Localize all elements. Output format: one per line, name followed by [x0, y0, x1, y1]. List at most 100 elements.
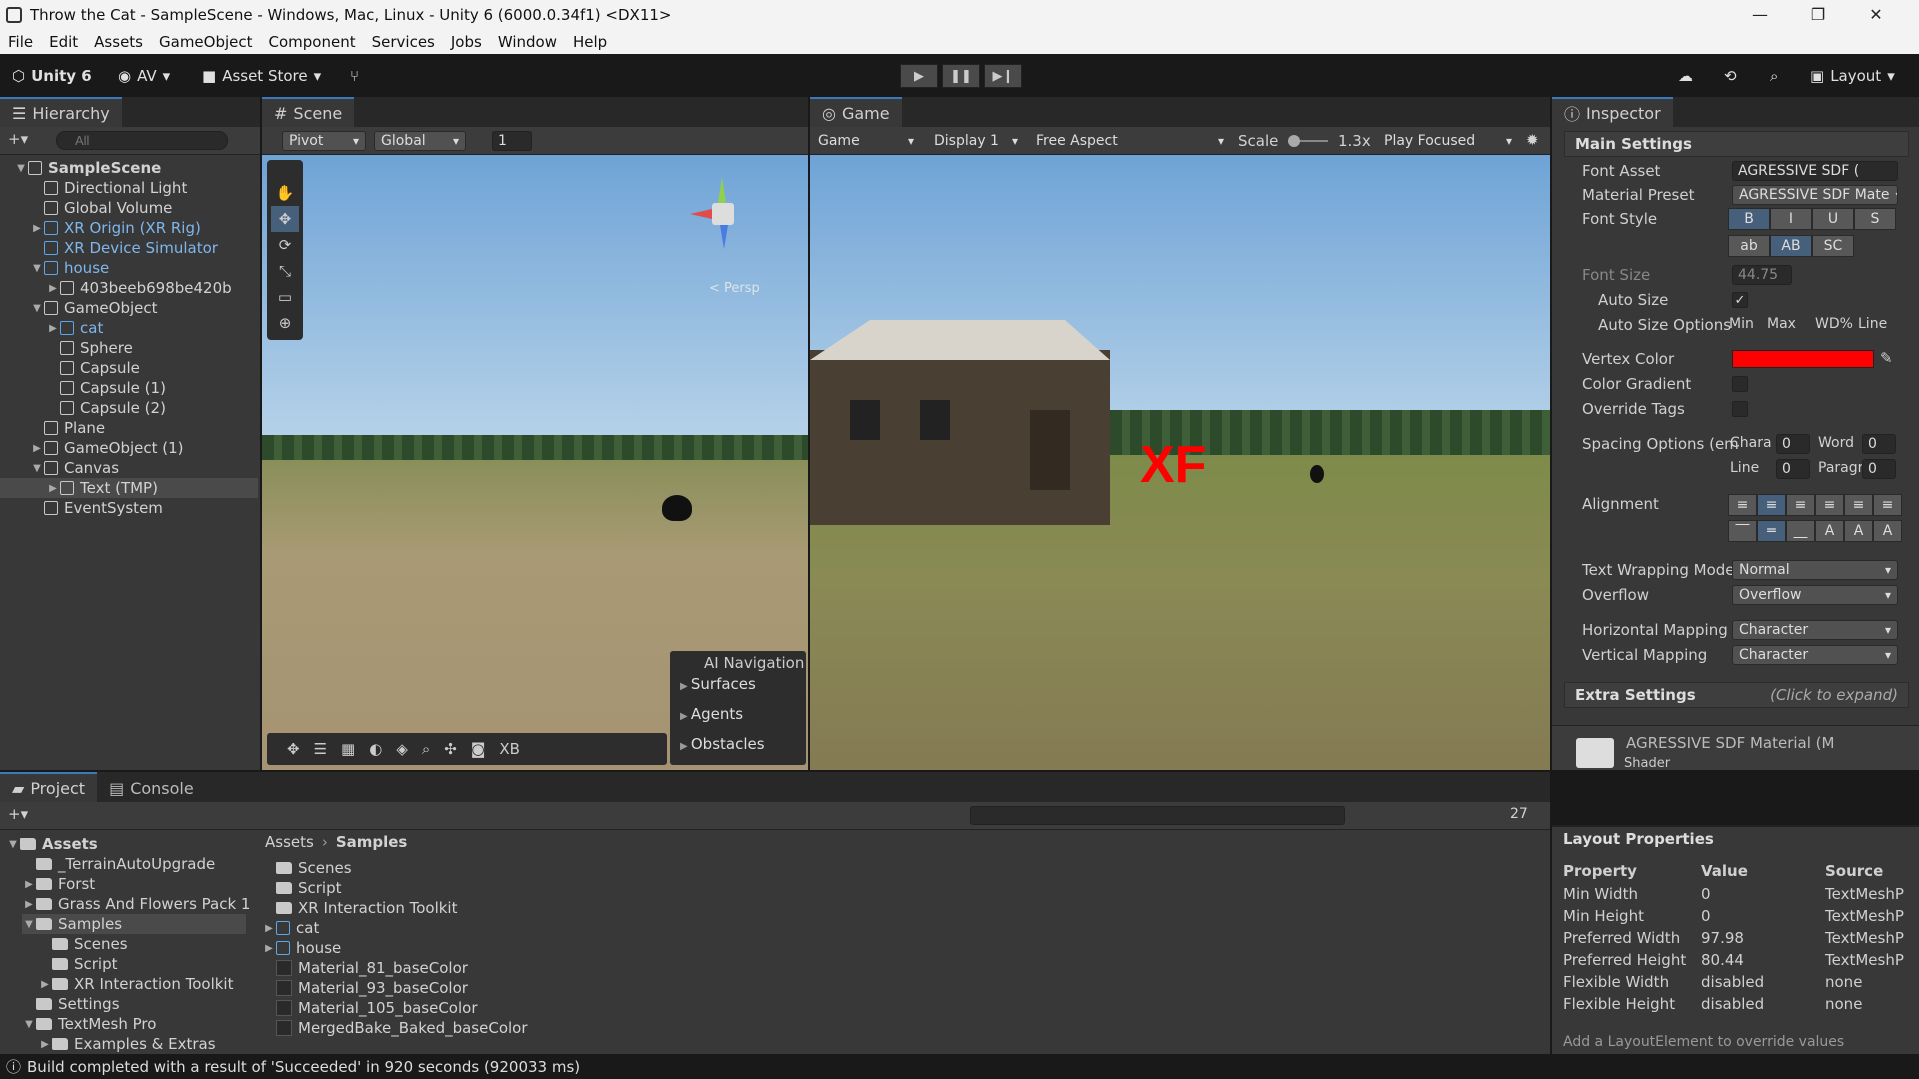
expand-arrow-icon[interactable]: ▼	[22, 919, 36, 930]
tab-inspector[interactable]: ⓘ Inspector	[1552, 97, 1673, 127]
hand-tool-icon[interactable]: ✋	[271, 180, 299, 206]
tab-game[interactable]: ◎ Game	[810, 97, 902, 127]
main-settings-header[interactable]: Main Settings	[1564, 131, 1909, 157]
move-tool-icon[interactable]: ✥	[271, 206, 299, 232]
menu-services[interactable]: Services	[364, 33, 443, 51]
menu-jobs[interactable]: Jobs	[443, 33, 490, 51]
project-asset-item[interactable]: ▶ cat	[262, 918, 319, 938]
project-asset-item[interactable]: Script	[262, 878, 342, 898]
line-field[interactable]: 0	[1776, 459, 1810, 479]
font-size-field[interactable]: 44.75	[1732, 265, 1792, 285]
account-dropdown[interactable]: ◉ AV ▾	[118, 54, 170, 97]
shading-icon[interactable]: ◐	[369, 740, 382, 758]
add-icon[interactable]: +▾	[8, 805, 28, 823]
minimize-button[interactable]: —	[1731, 0, 1789, 29]
project-folder-item[interactable]: ▶ Examples & Extras	[38, 1034, 215, 1054]
expand-arrow-icon[interactable]: ▶	[46, 283, 60, 294]
auto-size-checkbox[interactable]: ✓	[1732, 292, 1748, 308]
eyedropper-icon[interactable]: ✎	[1880, 349, 1893, 367]
expand-arrow-icon[interactable]: ▶	[30, 223, 44, 234]
project-search-input[interactable]	[970, 806, 1345, 825]
project-asset-item[interactable]: Material_105_baseColor	[262, 998, 478, 1018]
menu-file[interactable]: File	[0, 33, 41, 51]
vertex-color-swatch[interactable]	[1732, 350, 1874, 368]
cloud-button[interactable]: ☁	[1678, 54, 1693, 97]
maximize-button[interactable]: ❐	[1789, 0, 1847, 29]
expand-arrow-icon[interactable]: ▼	[22, 1019, 36, 1030]
xb-button[interactable]: XB	[499, 740, 520, 758]
project-folder-item[interactable]: ▶ Grass And Flowers Pack 1	[22, 894, 250, 914]
horizontal-mapping-dropdown[interactable]: Character	[1732, 620, 1898, 640]
pan-icon[interactable]: ✣	[444, 740, 457, 758]
hierarchy-item[interactable]: Capsule (2)	[0, 398, 258, 418]
grid-icon[interactable]: ▦	[341, 740, 355, 758]
overflow-dropdown[interactable]: Overflow	[1732, 585, 1898, 605]
persp-label[interactable]: < Persp	[709, 281, 760, 296]
align-horizontal-icon[interactable]: ≡	[1844, 494, 1873, 516]
expand-arrow-icon[interactable]: ▶	[22, 879, 36, 890]
menu-help[interactable]: Help	[565, 33, 615, 51]
move-icon[interactable]: ✥	[287, 740, 300, 758]
hierarchy-item[interactable]: Plane	[0, 418, 258, 438]
align-vertical-icon[interactable]: ═	[1757, 520, 1786, 542]
paragraph-field[interactable]: 0	[1862, 459, 1896, 479]
project-folder-item[interactable]: ▶ Forst	[22, 874, 95, 894]
bug-icon[interactable]: ✹	[1526, 131, 1539, 149]
transform-tool-icon[interactable]: ⊕	[271, 310, 299, 336]
search-button[interactable]: ⌕	[1770, 54, 1778, 97]
pivot-dropdown[interactable]: Pivot	[282, 131, 366, 151]
project-folder-item[interactable]: ▼ Assets	[6, 834, 98, 854]
tab-scene[interactable]: # Scene	[262, 97, 355, 127]
align-horizontal-icon[interactable]: ≡	[1815, 494, 1844, 516]
project-folder-item[interactable]: ▼ TextMesh Pro	[22, 1014, 156, 1034]
expand-arrow-icon[interactable]: ▶	[262, 923, 276, 934]
expand-arrow-icon[interactable]: ▶	[38, 1039, 52, 1050]
scale-slider[interactable]	[1288, 135, 1328, 147]
close-button[interactable]: ✕	[1847, 0, 1905, 29]
hierarchy-item[interactable]: ▶ 403beeb698be420b	[0, 278, 258, 298]
align-horizontal-icon[interactable]: ≡	[1873, 494, 1902, 516]
align-vertical-icon[interactable]: ⎺	[1728, 520, 1757, 542]
aspect-dropdown[interactable]: Free Aspect	[1030, 131, 1230, 151]
add-icon[interactable]: +▾	[8, 130, 28, 148]
breadcrumb-samples[interactable]: Samples	[336, 833, 408, 851]
project-asset-item[interactable]: Material_81_baseColor	[262, 958, 468, 978]
strikethrough-button[interactable]: S	[1854, 208, 1896, 230]
project-asset-item[interactable]: ▶ house	[262, 938, 341, 958]
project-folder-item[interactable]: ▶ XR Interaction Toolkit	[38, 974, 233, 994]
hierarchy-item[interactable]: XR Device Simulator	[0, 238, 258, 258]
expand-arrow-icon[interactable]: ▶	[30, 443, 44, 454]
hierarchy-item[interactable]: ▶ cat	[0, 318, 258, 338]
hierarchy-item[interactable]: ▼ SampleScene	[0, 158, 258, 178]
project-folder-item[interactable]: Scenes	[38, 934, 128, 954]
menu-window[interactable]: Window	[490, 33, 565, 51]
zoom-icon[interactable]: ⌕	[422, 740, 430, 758]
hierarchy-item[interactable]: Sphere	[0, 338, 258, 358]
expand-arrow-icon[interactable]: ▶	[262, 943, 276, 954]
unity-button[interactable]: ⬡ Unity 6	[12, 54, 92, 97]
scene-viewport[interactable]: ✋ ✥ ⟳ ⤡ ▭ ⊕ < Persp AI Navigation ▶ Surf…	[262, 155, 808, 770]
project-asset-item[interactable]: XR Interaction Toolkit	[262, 898, 458, 918]
overlay-item-agents[interactable]: ▶ Agents	[680, 705, 743, 723]
align-vertical-icon[interactable]: A	[1844, 520, 1873, 542]
expand-arrow-icon[interactable]: ▼	[30, 463, 44, 474]
bold-button[interactable]: B	[1728, 208, 1770, 230]
step-button[interactable]: ▶❙	[984, 64, 1022, 88]
camera-icon[interactable]: ◙	[471, 740, 486, 758]
status-text[interactable]: Build completed with a result of 'Succee…	[27, 1058, 580, 1076]
expand-arrow-icon[interactable]: ▼	[6, 839, 20, 850]
hierarchy-item[interactable]: ▶ GameObject (1)	[0, 438, 258, 458]
hierarchy-search-input[interactable]	[56, 131, 228, 150]
align-vertical-icon[interactable]: A	[1815, 520, 1844, 542]
underline-button[interactable]: U	[1812, 208, 1854, 230]
grid-snap-field[interactable]: 1	[492, 131, 532, 151]
tab-console[interactable]: ▤ Console	[97, 772, 206, 802]
hierarchy-item[interactable]: ▶ XR Origin (XR Rig)	[0, 218, 258, 238]
project-asset-item[interactable]: MergedBake_Baked_baseColor	[262, 1018, 528, 1038]
color-gradient-checkbox[interactable]	[1732, 376, 1748, 392]
expand-arrow-icon[interactable]: ▼	[14, 163, 28, 174]
game-mode-dropdown[interactable]: Game	[812, 131, 920, 151]
override-tags-checkbox[interactable]	[1732, 401, 1748, 417]
game-viewport[interactable]: XF	[810, 155, 1550, 770]
word-field[interactable]: 0	[1862, 434, 1896, 454]
